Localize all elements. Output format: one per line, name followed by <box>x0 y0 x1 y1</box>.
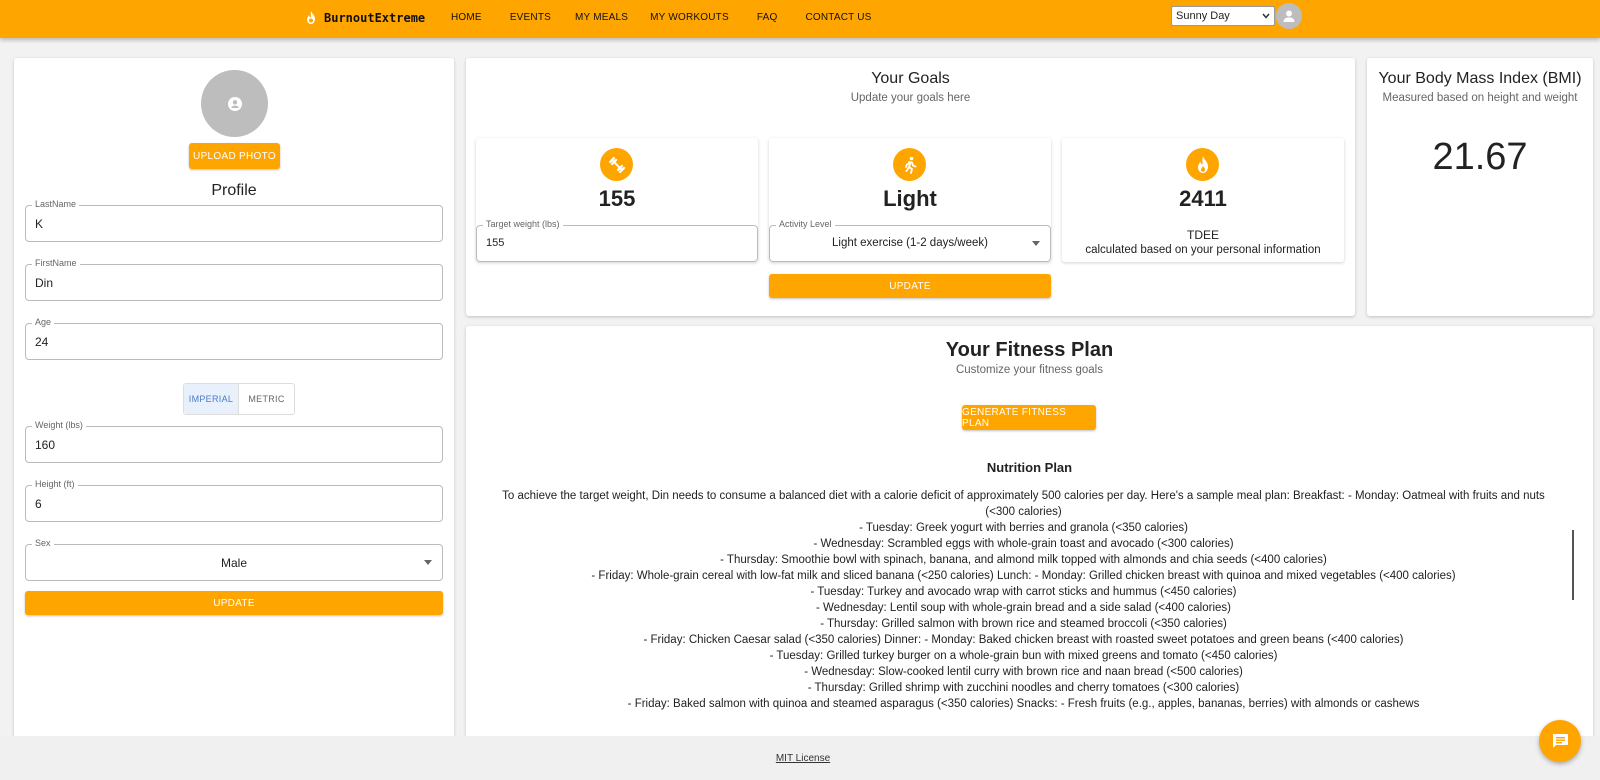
theme-select[interactable]: Sunny Day <box>1171 6 1275 26</box>
first-name-field[interactable]: FirstName Din <box>25 258 443 301</box>
plan-line: - Friday: Chicken Caesar salad (<350 cal… <box>643 634 1404 646</box>
main-nav: HOME EVENTS MY MEALS MY WORKOUTS FAQ CON… <box>451 0 872 34</box>
last-name-value: K <box>35 217 44 231</box>
activity-level-selected: Light exercise (1-2 days/week) <box>832 237 988 249</box>
plan-line: - Thursday: Grilled shrimp with zucchini… <box>807 682 1240 694</box>
sex-value: Male <box>220 556 247 570</box>
running-icon <box>893 148 926 181</box>
activity-level-box: Light Activity Level Light exercise (1-2… <box>769 138 1051 262</box>
brand[interactable]: BurnoutExtreme <box>304 6 425 30</box>
tdee-box: 2411 TDEE calculated based on your perso… <box>1062 138 1344 262</box>
user-icon <box>1283 10 1295 22</box>
metric-toggle[interactable]: METRIC <box>239 384 294 414</box>
last-name-label: LastName <box>32 199 80 209</box>
chevron-down-icon <box>1262 13 1270 19</box>
nav-my-workouts[interactable]: MY WORKOUTS <box>650 12 729 23</box>
plan-line: - Wednesday: Scrambled eggs with whole-g… <box>813 538 1234 550</box>
theme-select-value: Sunny Day <box>1176 10 1230 22</box>
dropdown-caret-icon <box>424 560 432 565</box>
imperial-toggle[interactable]: IMPERIAL <box>184 384 239 414</box>
target-weight-box: 155 Target weight (lbs) 155 <box>476 138 758 262</box>
plan-line: - Tuesday: Turkey and avocado wrap with … <box>810 586 1237 598</box>
height-value: 6 <box>35 497 42 511</box>
dropdown-caret-icon <box>1032 241 1040 246</box>
fitness-plan-card: Your Fitness Plan Customize your fitness… <box>466 326 1593 746</box>
nav-home[interactable]: HOME <box>451 12 482 23</box>
age-label: Age <box>32 317 55 327</box>
activity-level-value: Light <box>883 186 937 211</box>
bmi-title: Your Body Mass Index (BMI) <box>1378 70 1582 87</box>
plan-line: - Tuesday: Grilled turkey burger on a wh… <box>769 650 1278 662</box>
activity-level-select[interactable]: Activity Level Light exercise (1-2 days/… <box>769 219 1051 262</box>
target-weight-input-value: 155 <box>486 237 505 249</box>
plan-scrollbar[interactable] <box>1572 530 1574 600</box>
profile-card: UPLOAD PHOTO Profile LastName K FirstNam… <box>14 58 454 738</box>
target-weight-label: Target weight (lbs) <box>483 219 563 229</box>
plan-line: - Thursday: Grilled salmon with brown ri… <box>820 618 1227 630</box>
target-weight-input[interactable]: Target weight (lbs) 155 <box>476 219 758 262</box>
chat-button[interactable] <box>1539 720 1581 762</box>
last-name-field[interactable]: LastName K <box>25 199 443 242</box>
fitness-plan-title: Your Fitness Plan <box>945 339 1114 361</box>
nav-contact-us[interactable]: CONTACT US <box>805 12 871 23</box>
goals-card: Your Goals Update your goals here 155 Ta… <box>466 58 1355 316</box>
height-field[interactable]: Height (ft) 6 <box>25 479 443 522</box>
sex-label: Sex <box>32 538 54 548</box>
height-label: Height (ft) <box>32 479 78 489</box>
profile-title: Profile <box>211 182 257 199</box>
age-value: 24 <box>35 335 49 349</box>
nav-faq[interactable]: FAQ <box>757 12 778 23</box>
age-field[interactable]: Age 24 <box>25 317 443 360</box>
brand-name: BurnoutExtreme <box>324 11 426 25</box>
plan-line: To achieve the target weight, Din needs … <box>502 490 1545 518</box>
bmi-value: 21.67 <box>1432 136 1528 178</box>
plan-line: - Tuesday: Greek yogurt with berries and… <box>859 522 1188 534</box>
tdee-value: 2411 <box>1179 186 1227 211</box>
sex-select[interactable]: Sex Male <box>25 538 443 581</box>
bmi-subtitle: Measured based on height and weight <box>1382 92 1578 104</box>
weight-label: Weight (lbs) <box>32 420 86 430</box>
license-link[interactable]: MIT License <box>0 753 1600 764</box>
fire-icon <box>1186 148 1219 181</box>
tdee-label: TDEE <box>1186 228 1219 242</box>
plan-line: - Wednesday: Lentil soup with whole-grai… <box>816 602 1231 614</box>
account-avatar[interactable] <box>1276 3 1302 29</box>
upload-photo-button[interactable]: UPLOAD PHOTO <box>189 143 280 169</box>
nav-my-meals[interactable]: MY MEALS <box>575 12 628 23</box>
unit-toggle: IMPERIAL METRIC <box>183 383 295 415</box>
chat-icon <box>1553 734 1568 748</box>
nutrition-plan-heading: Nutrition Plan <box>986 460 1073 475</box>
nutrition-plan-text: To achieve the target weight, Din needs … <box>496 488 1551 712</box>
flame-logo-icon <box>307 11 315 24</box>
plan-line: - Wednesday: Slow-cooked lentil curry wi… <box>804 666 1243 678</box>
dumbbell-icon <box>600 148 633 181</box>
account-circle-icon <box>227 96 242 111</box>
goals-subtitle: Update your goals here <box>850 92 971 104</box>
weight-field[interactable]: Weight (lbs) 160 <box>25 420 443 463</box>
plan-line: - Thursday: Smoothie bowl with spinach, … <box>720 554 1327 566</box>
first-name-value: Din <box>35 276 54 290</box>
goals-title: Your Goals <box>871 70 950 87</box>
first-name-label: FirstName <box>32 258 80 268</box>
plan-line: - Friday: Whole-grain cereal with low-fa… <box>591 570 1456 582</box>
update-goals-button[interactable]: UPDATE <box>769 274 1051 298</box>
top-navbar: BurnoutExtreme HOME EVENTS MY MEALS MY W… <box>0 0 1600 38</box>
fitness-plan-subtitle: Customize your fitness goals <box>955 364 1103 376</box>
profile-avatar <box>201 70 268 137</box>
nav-events[interactable]: EVENTS <box>510 12 551 23</box>
generate-fitness-plan-button[interactable]: GENERATE FITNESS PLAN <box>962 405 1096 430</box>
footer: MIT License <box>0 736 1600 780</box>
target-weight-value: 155 <box>598 186 636 211</box>
activity-level-label: Activity Level <box>776 219 835 229</box>
weight-value: 160 <box>35 438 56 452</box>
bmi-card: Your Body Mass Index (BMI) Measured base… <box>1367 58 1593 316</box>
update-profile-button[interactable]: UPDATE <box>25 591 443 615</box>
plan-line: - Friday: Baked salmon with quinoa and s… <box>627 698 1420 710</box>
tdee-note: calculated based on your personal inform… <box>1085 244 1321 256</box>
